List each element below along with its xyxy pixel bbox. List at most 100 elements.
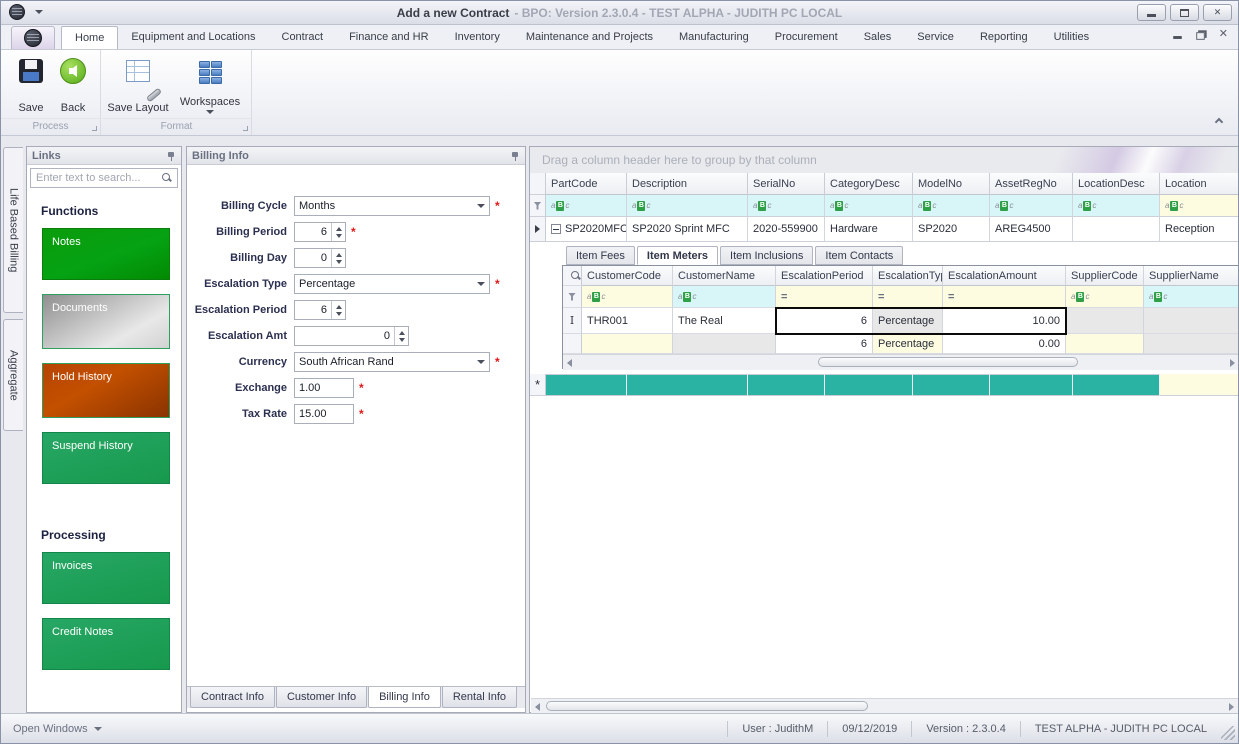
pin-icon[interactable]: [167, 151, 176, 161]
cell-escalationperiod[interactable]: 6: [776, 334, 873, 354]
resize-grip[interactable]: [1221, 726, 1235, 740]
cell-assetregno[interactable]: AREG4500: [990, 217, 1073, 242]
spinner-buttons[interactable]: [331, 301, 345, 319]
cell-modelno[interactable]: SP2020: [913, 217, 990, 242]
ribbon-tab-procurement[interactable]: Procurement: [762, 26, 851, 49]
cell-customername[interactable]: The Real: [673, 308, 776, 334]
filter-cell-escalationperiod[interactable]: =: [776, 286, 873, 308]
chevron-down-icon[interactable]: [473, 204, 489, 208]
cell-suppliername[interactable]: [1144, 334, 1239, 354]
chevron-down-icon[interactable]: [473, 360, 489, 364]
scroll-right-icon[interactable]: [1229, 703, 1234, 711]
filter-cell-customername[interactable]: aBc: [673, 286, 776, 308]
ribbon-tab-finance-and-hr[interactable]: Finance and HR: [336, 26, 442, 49]
column-header-location[interactable]: Location: [1160, 173, 1239, 195]
spin-up-icon[interactable]: [336, 305, 342, 309]
ribbon-tab-equipment-and-locations[interactable]: Equipment and Locations: [118, 26, 268, 49]
tab-item-fees[interactable]: Item Fees: [566, 246, 635, 265]
link-button-hold-history[interactable]: Hold History: [42, 363, 170, 418]
field-billing-period-spinner[interactable]: 6: [294, 222, 346, 242]
tab-item-inclusions[interactable]: Item Inclusions: [720, 246, 813, 265]
filter-cell-suppliercode[interactable]: aBc: [1066, 286, 1144, 308]
cell-serialno[interactable]: 2020-559900: [748, 217, 825, 242]
links-search-input[interactable]: Enter text to search...: [30, 168, 178, 188]
filter-cell-assetregno[interactable]: aBc: [990, 195, 1073, 217]
column-header-partcode[interactable]: PartCode: [546, 173, 627, 195]
scrollbar-thumb[interactable]: [546, 701, 868, 711]
filter-cell-categorydesc[interactable]: aBc: [825, 195, 913, 217]
side-tab-aggregate[interactable]: Aggregate: [3, 319, 23, 431]
cell-suppliername[interactable]: [1144, 308, 1239, 334]
qat-dropdown-icon[interactable]: [35, 10, 43, 14]
back-button[interactable]: Back: [45, 56, 101, 114]
spin-down-icon[interactable]: [336, 260, 342, 264]
field-billing-cycle-dropdown[interactable]: Months: [294, 196, 490, 216]
meters-data-row[interactable]: ITHR001The Real6Percentage10.00: [563, 308, 1239, 334]
tab-item-meters[interactable]: Item Meters: [637, 246, 718, 265]
cell-escalationamount[interactable]: 0.00: [943, 334, 1066, 354]
new-row-cell-assetregno[interactable]: [990, 374, 1073, 396]
column-header-locationdesc[interactable]: LocationDesc: [1073, 173, 1160, 195]
ribbon-tab-maintenance-and-projects[interactable]: Maintenance and Projects: [513, 26, 666, 49]
filter-cell-escalationtype[interactable]: =: [873, 286, 943, 308]
field-currency-dropdown[interactable]: South African Rand: [294, 352, 490, 372]
cell-suppliercode[interactable]: [1066, 308, 1144, 334]
new-row-cell-locationdesc[interactable]: [1073, 374, 1160, 396]
field-exchange-input[interactable]: 1.00: [294, 378, 354, 398]
field-tax-rate-input[interactable]: 15.00: [294, 404, 354, 424]
column-header-assetregno[interactable]: AssetRegNo: [990, 173, 1073, 195]
workspaces-button[interactable]: Workspaces: [176, 56, 244, 114]
link-button-suspend-history[interactable]: Suspend History: [42, 432, 170, 484]
items-h-scrollbar[interactable]: [531, 698, 1238, 713]
new-row-cell-location[interactable]: [1160, 374, 1239, 396]
column-header-description[interactable]: Description: [627, 173, 748, 195]
spin-down-icon[interactable]: [336, 234, 342, 238]
column-header-customername[interactable]: CustomerName: [673, 266, 776, 286]
tab-item-contacts[interactable]: Item Contacts: [815, 246, 903, 265]
spinner-buttons[interactable]: [394, 327, 408, 345]
scroll-left-icon[interactable]: [567, 359, 572, 367]
meters-data-row[interactable]: 6Percentage0.00: [563, 334, 1239, 354]
spinner-buttons[interactable]: [331, 223, 345, 241]
link-button-notes[interactable]: Notes: [42, 228, 170, 280]
tab-customer-info[interactable]: Customer Info: [276, 687, 367, 708]
new-row-cell-modelno[interactable]: [913, 374, 990, 396]
meters-h-scrollbar[interactable]: [563, 354, 1239, 370]
ribbon-tab-reporting[interactable]: Reporting: [967, 26, 1041, 49]
cell-location[interactable]: Reception: [1160, 217, 1239, 242]
app-menu-button[interactable]: [11, 26, 55, 49]
column-header-customercode[interactable]: CustomerCode: [582, 266, 673, 286]
pin-icon[interactable]: [511, 151, 520, 161]
cell-customername[interactable]: [673, 334, 776, 354]
column-header-suppliername[interactable]: SupplierName: [1144, 266, 1239, 286]
field-escalation-period-spinner[interactable]: 6: [294, 300, 346, 320]
dialog-launcher-icon[interactable]: [243, 126, 248, 131]
scrollbar-thumb[interactable]: [818, 357, 1078, 367]
field-escalation-type-dropdown[interactable]: Percentage: [294, 274, 490, 294]
cell-escalationtype[interactable]: Percentage: [873, 308, 943, 334]
save-layout-button[interactable]: Save Layout: [106, 56, 170, 114]
minimize-button[interactable]: [1137, 4, 1166, 21]
maximize-button[interactable]: [1170, 4, 1199, 21]
filter-cell-suppliername[interactable]: aBc: [1144, 286, 1239, 308]
new-row-cell-categorydesc[interactable]: [825, 374, 913, 396]
dialog-launcher-icon[interactable]: [92, 126, 97, 131]
link-button-invoices[interactable]: Invoices: [42, 552, 170, 604]
ribbon-tab-service[interactable]: Service: [904, 26, 967, 49]
mdi-minimize-icon[interactable]: [1173, 36, 1182, 39]
filter-cell-description[interactable]: aBc: [627, 195, 748, 217]
cell-locationdesc[interactable]: [1073, 217, 1160, 242]
ribbon-collapse-button[interactable]: [1214, 117, 1224, 125]
spinner-buttons[interactable]: [331, 249, 345, 267]
cell-customercode[interactable]: THR001: [582, 308, 673, 334]
spin-up-icon[interactable]: [336, 253, 342, 257]
ribbon-tab-manufacturing[interactable]: Manufacturing: [666, 26, 762, 49]
cell-escalationperiod[interactable]: 6: [776, 308, 873, 334]
ribbon-tab-utilities[interactable]: Utilities: [1041, 26, 1102, 49]
cell-description[interactable]: SP2020 Sprint MFC: [627, 217, 748, 242]
tab-rental-info[interactable]: Rental Info: [442, 687, 517, 708]
link-button-documents[interactable]: Documents: [42, 294, 170, 349]
ribbon-tab-inventory[interactable]: Inventory: [442, 26, 513, 49]
app-logo-icon[interactable]: [9, 4, 25, 20]
mdi-close-icon[interactable]: ✕: [1219, 29, 1228, 40]
